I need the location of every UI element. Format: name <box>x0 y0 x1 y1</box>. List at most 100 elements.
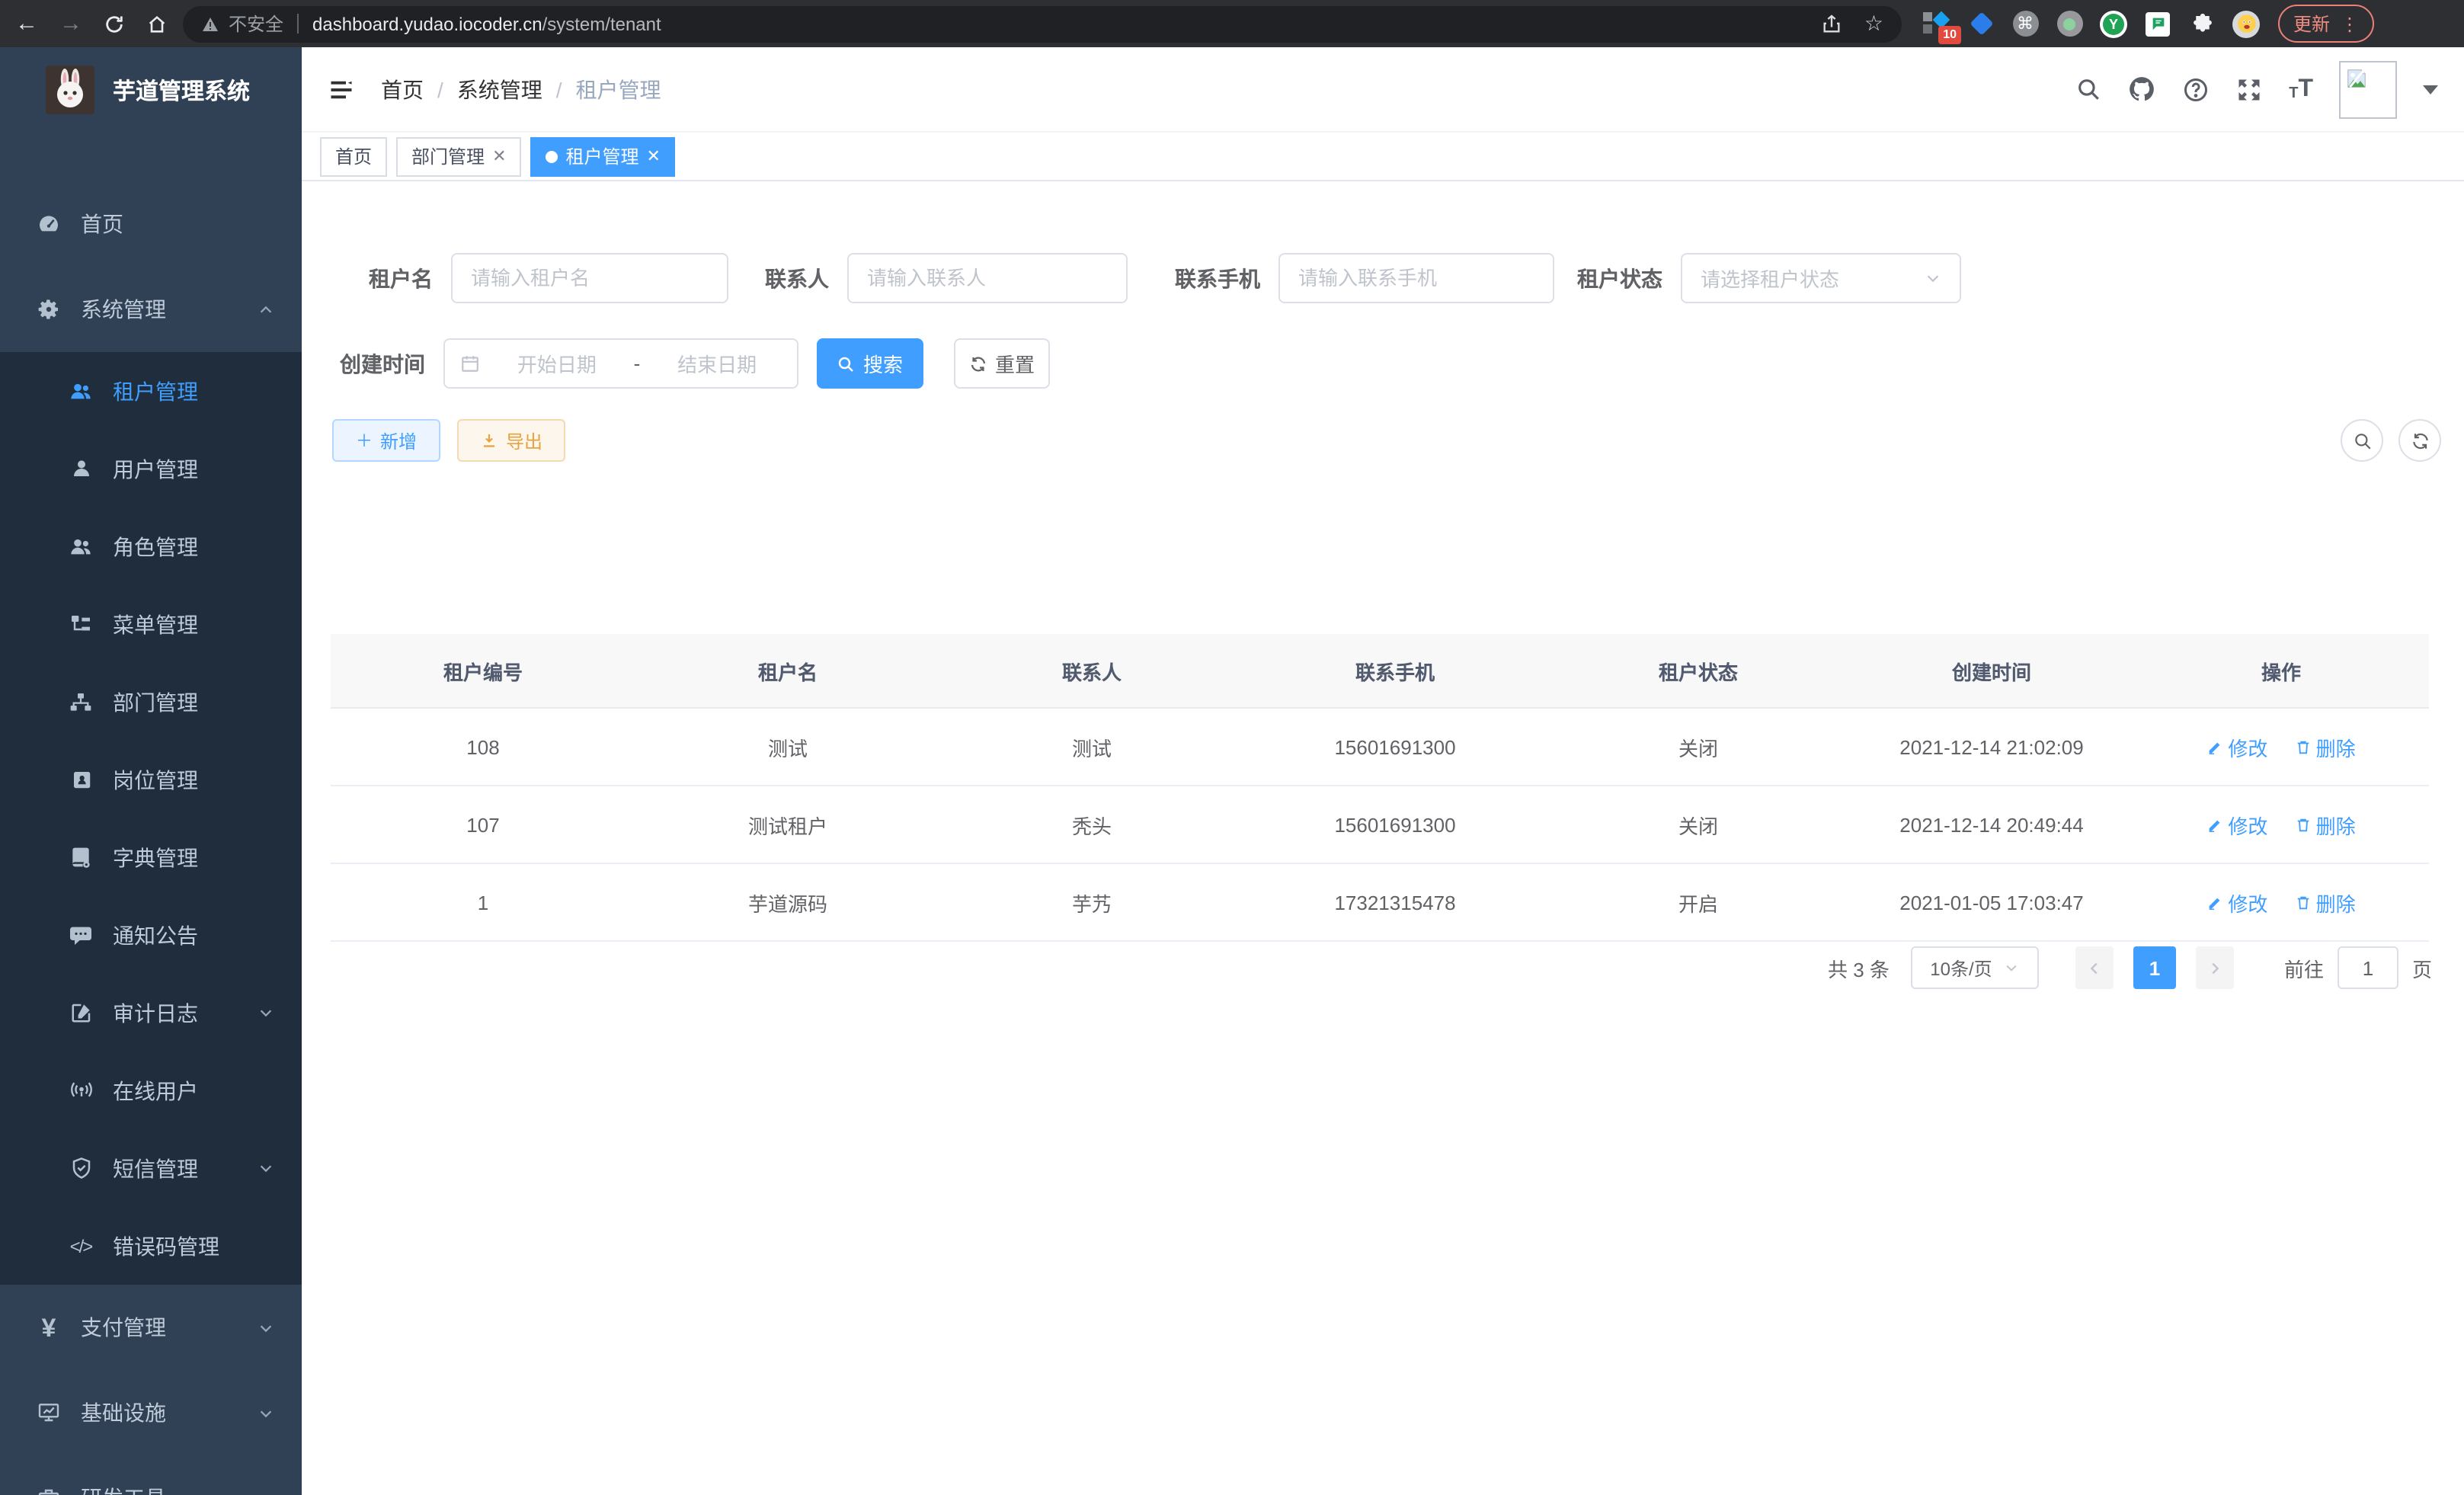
add-button[interactable]: ＋ 新增 <box>332 419 440 462</box>
url-bar[interactable]: 不安全 dashboard.yudao.iocoder.cn/system/te… <box>183 5 1902 42</box>
extension-grid-icon[interactable]: 10 <box>1923 10 1950 37</box>
hamburger-icon[interactable] <box>328 75 355 103</box>
delete-button[interactable]: 删除 <box>2295 810 2356 839</box>
url-text[interactable]: dashboard.yudao.iocoder.cn/system/tenant <box>312 13 661 34</box>
sidebar-item-errcode[interactable]: </> 错误码管理 <box>0 1207 302 1285</box>
contact-input[interactable] <box>847 253 1128 303</box>
delete-button[interactable]: 删除 <box>2295 888 2356 917</box>
sidebar-item-role[interactable]: 角色管理 <box>0 507 302 585</box>
table-search-toggle-button[interactable] <box>2341 419 2383 462</box>
sidebar-item-home[interactable]: 首页 <box>0 181 302 267</box>
breadcrumb: 首页 / 系统管理 / 租户管理 <box>381 74 661 104</box>
edit-button[interactable]: 修改 <box>2206 732 2267 761</box>
github-icon[interactable] <box>2127 75 2156 104</box>
sidebar-item-menu[interactable]: 菜单管理 <box>0 585 302 663</box>
sidebar-item-devtools[interactable]: 研发工具 <box>0 1455 302 1495</box>
add-label: 新增 <box>380 427 417 453</box>
download-icon <box>480 431 498 450</box>
browser-update-button[interactable]: 更新 ⋮ <box>2278 5 2374 43</box>
user-avatar[interactable] <box>2339 60 2397 118</box>
logo-row[interactable]: 芋道管理系统 <box>0 47 302 133</box>
delete-button[interactable]: 删除 <box>2295 732 2356 761</box>
sidebar-item-pay[interactable]: ¥ 支付管理 <box>0 1285 302 1370</box>
sidebar-item-sms[interactable]: 短信管理 <box>0 1129 302 1207</box>
sitemap-icon <box>67 690 94 714</box>
table-refresh-button[interactable] <box>2398 419 2441 462</box>
export-button[interactable]: 导出 <box>457 419 565 462</box>
cell-status: 关闭 <box>1547 708 1850 786</box>
chevron-down-icon <box>258 1404 274 1421</box>
tab-label: 部门管理 <box>411 143 485 169</box>
sidebar-item-dept[interactable]: 部门管理 <box>0 663 302 741</box>
share-icon[interactable] <box>1822 13 1843 34</box>
home-icon[interactable] <box>146 13 168 34</box>
search-button[interactable]: 搜索 <box>817 338 923 389</box>
goto-page-input[interactable] <box>2338 946 2398 989</box>
sidebar: 芋道管理系统 首页 系统管理 <box>0 47 302 1495</box>
breadcrumb-home[interactable]: 首页 <box>381 74 424 104</box>
navbar: 首页 / 系统管理 / 租户管理 <box>302 47 2464 131</box>
fullscreen-icon[interactable] <box>2235 75 2263 103</box>
help-icon[interactable] <box>2182 75 2210 103</box>
profile-avatar-icon[interactable] <box>2232 10 2260 37</box>
forward-icon[interactable]: → <box>59 0 82 47</box>
date-separator: - <box>634 352 641 375</box>
url-path: /system/tenant <box>542 13 661 34</box>
screen: ← → 不安全 dashboard.yudao.iocoder.cn/syste… <box>0 0 2464 1495</box>
close-icon[interactable]: ✕ <box>492 146 506 166</box>
sidebar-item-system[interactable]: 系统管理 <box>0 267 302 352</box>
status-select[interactable]: 请选择租户状态 <box>1681 253 1961 303</box>
edit-button[interactable]: 修改 <box>2206 888 2267 917</box>
extension-record-icon[interactable] <box>2056 10 2083 37</box>
page-size-select[interactable]: 10条/页 <box>1911 946 2039 989</box>
sidebar-item-notice[interactable]: 通知公告 <box>0 896 302 974</box>
col-contact: 联系人 <box>940 634 1243 708</box>
table-row: 108 测试 测试 15601691300 关闭 2021-12-14 21:0… <box>331 708 2429 786</box>
users-icon <box>67 534 94 559</box>
col-tenant-name: 租户名 <box>635 634 940 708</box>
prev-page-button[interactable] <box>2075 946 2114 989</box>
tab-dept[interactable]: 部门管理 ✕ <box>396 136 521 176</box>
security-indicator[interactable]: 不安全 <box>201 11 283 37</box>
cell-id: 107 <box>331 786 635 863</box>
reload-icon[interactable] <box>104 13 125 34</box>
breadcrumb-system[interactable]: 系统管理 <box>457 74 542 104</box>
tab-label: 首页 <box>335 143 372 169</box>
tab-home[interactable]: 首页 <box>320 136 387 176</box>
sidebar-item-label: 字典管理 <box>113 842 198 872</box>
sidebar-item-label: 首页 <box>81 209 123 239</box>
extension-kite-icon[interactable] <box>1967 10 1995 37</box>
sidebar-item-user[interactable]: 用户管理 <box>0 430 302 507</box>
close-icon[interactable]: ✕ <box>647 146 661 166</box>
extension-puzzle-icon[interactable] <box>2188 10 2216 37</box>
users-icon <box>67 379 94 403</box>
extension-command-icon[interactable]: ⌘ <box>2011 10 2039 37</box>
broken-image-icon <box>2345 66 2368 89</box>
search-icon[interactable] <box>2075 76 2101 102</box>
font-size-icon[interactable]: TT <box>2289 77 2313 101</box>
tenant-name-input[interactable] <box>451 253 728 303</box>
cell-phone: 15601691300 <box>1243 786 1547 863</box>
sidebar-item-tenant[interactable]: 租户管理 <box>0 352 302 430</box>
sidebar-item-dict[interactable]: 字典管理 <box>0 818 302 896</box>
date-range-picker[interactable]: 开始日期 - 结束日期 <box>443 338 798 389</box>
page-number-1[interactable]: 1 <box>2133 946 2176 989</box>
pagination-total: 共 3 条 <box>1828 953 1890 982</box>
edit-button[interactable]: 修改 <box>2206 810 2267 839</box>
extension-chat-icon[interactable] <box>2144 10 2171 37</box>
sidebar-item-post[interactable]: 岗位管理 <box>0 741 302 818</box>
next-page-button[interactable] <box>2196 946 2234 989</box>
reset-button[interactable]: 重置 <box>954 338 1050 389</box>
table-header-row: 租户编号 租户名 联系人 联系手机 租户状态 创建时间 操作 <box>331 634 2429 708</box>
tab-tenant[interactable]: 租户管理 ✕ <box>531 136 676 176</box>
bookmark-star-icon[interactable]: ☆ <box>1864 11 1883 37</box>
sidebar-item-infra[interactable]: 基础设施 <box>0 1370 302 1455</box>
sidebar-item-audit-log[interactable]: 审计日志 <box>0 974 302 1052</box>
avatar-caret-icon[interactable] <box>2423 85 2438 94</box>
browser-menu-icon[interactable]: ⋮ <box>2341 14 2359 33</box>
pencil-icon <box>2206 738 2223 755</box>
extension-y-icon[interactable]: Y <box>2100 10 2127 37</box>
sidebar-item-online-users[interactable]: 在线用户 <box>0 1052 302 1129</box>
refresh-icon <box>969 354 987 373</box>
back-icon[interactable]: ← <box>15 0 38 47</box>
